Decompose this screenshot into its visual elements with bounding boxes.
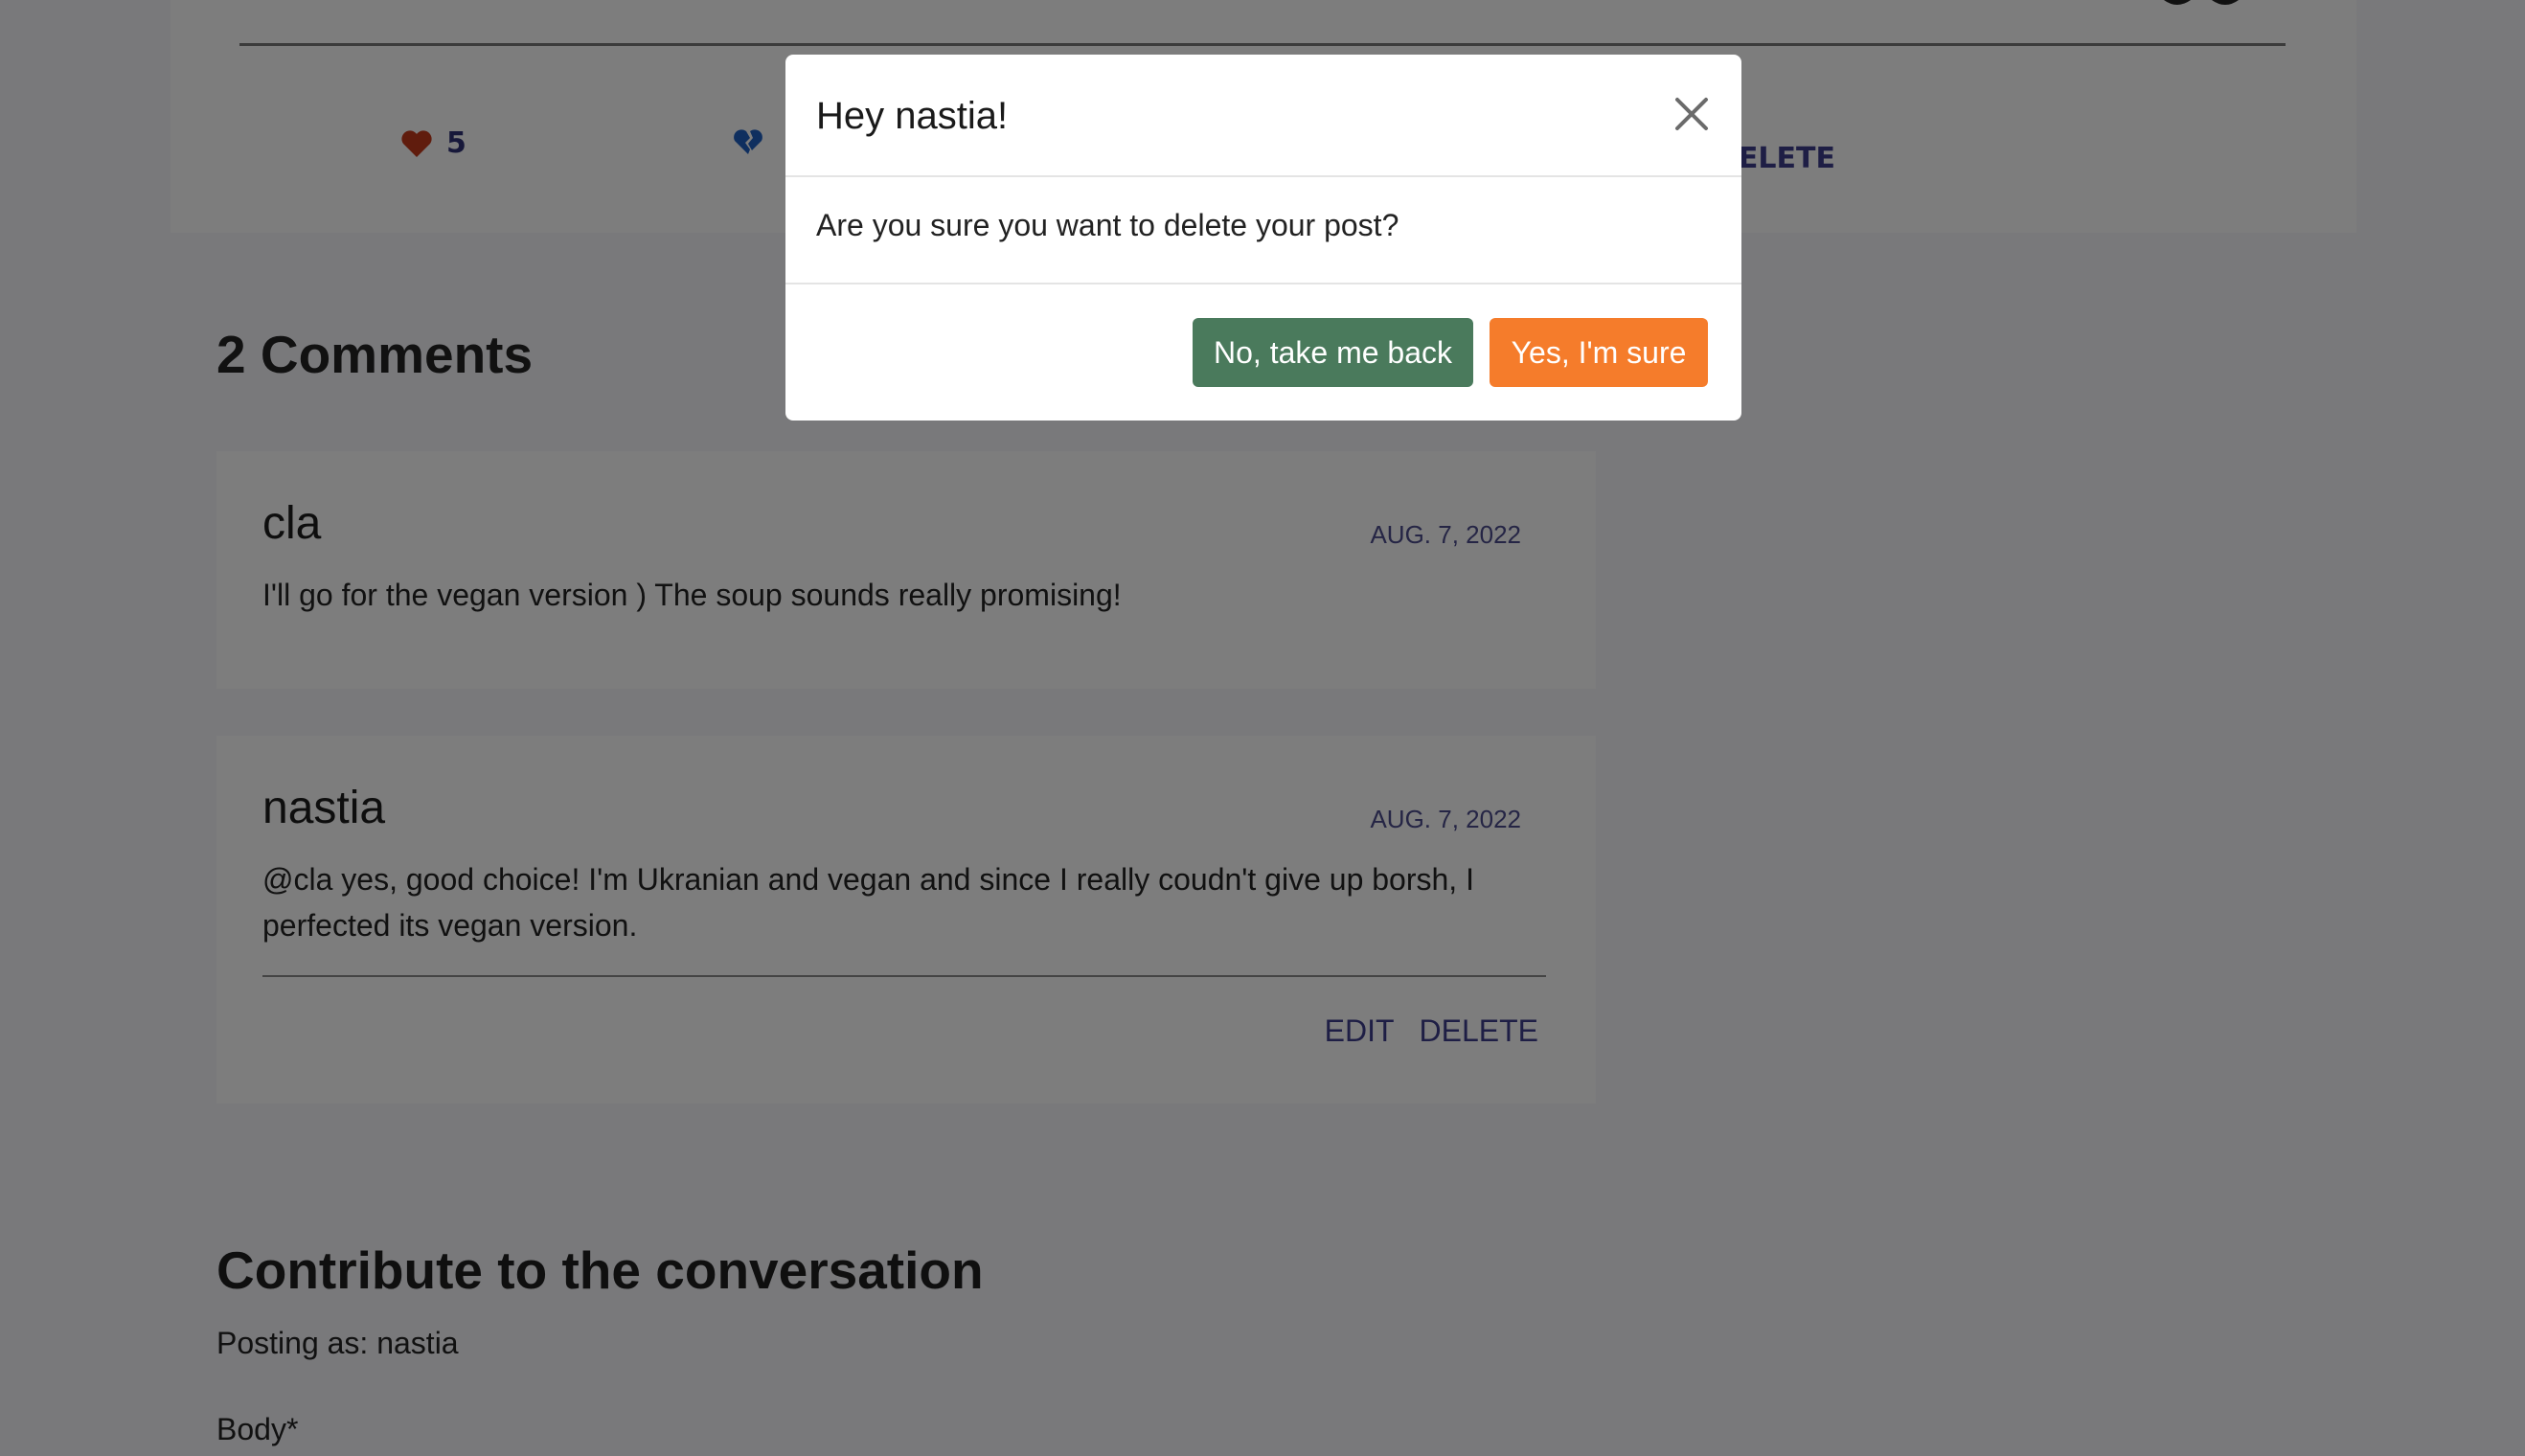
modal-footer: No, take me back Yes, I'm sure <box>785 283 1741 422</box>
modal-title: Hey nastia! <box>816 95 1009 137</box>
modal-message: Are you sure you want to delete your pos… <box>816 208 1399 242</box>
modal-header: Hey nastia! <box>785 55 1741 177</box>
cancel-button[interactable]: No, take me back <box>1193 318 1473 387</box>
confirm-delete-button[interactable]: Yes, I'm sure <box>1490 318 1708 387</box>
delete-confirm-modal: Hey nastia! Are you sure you want to del… <box>785 55 1741 421</box>
close-icon[interactable] <box>1669 91 1715 137</box>
